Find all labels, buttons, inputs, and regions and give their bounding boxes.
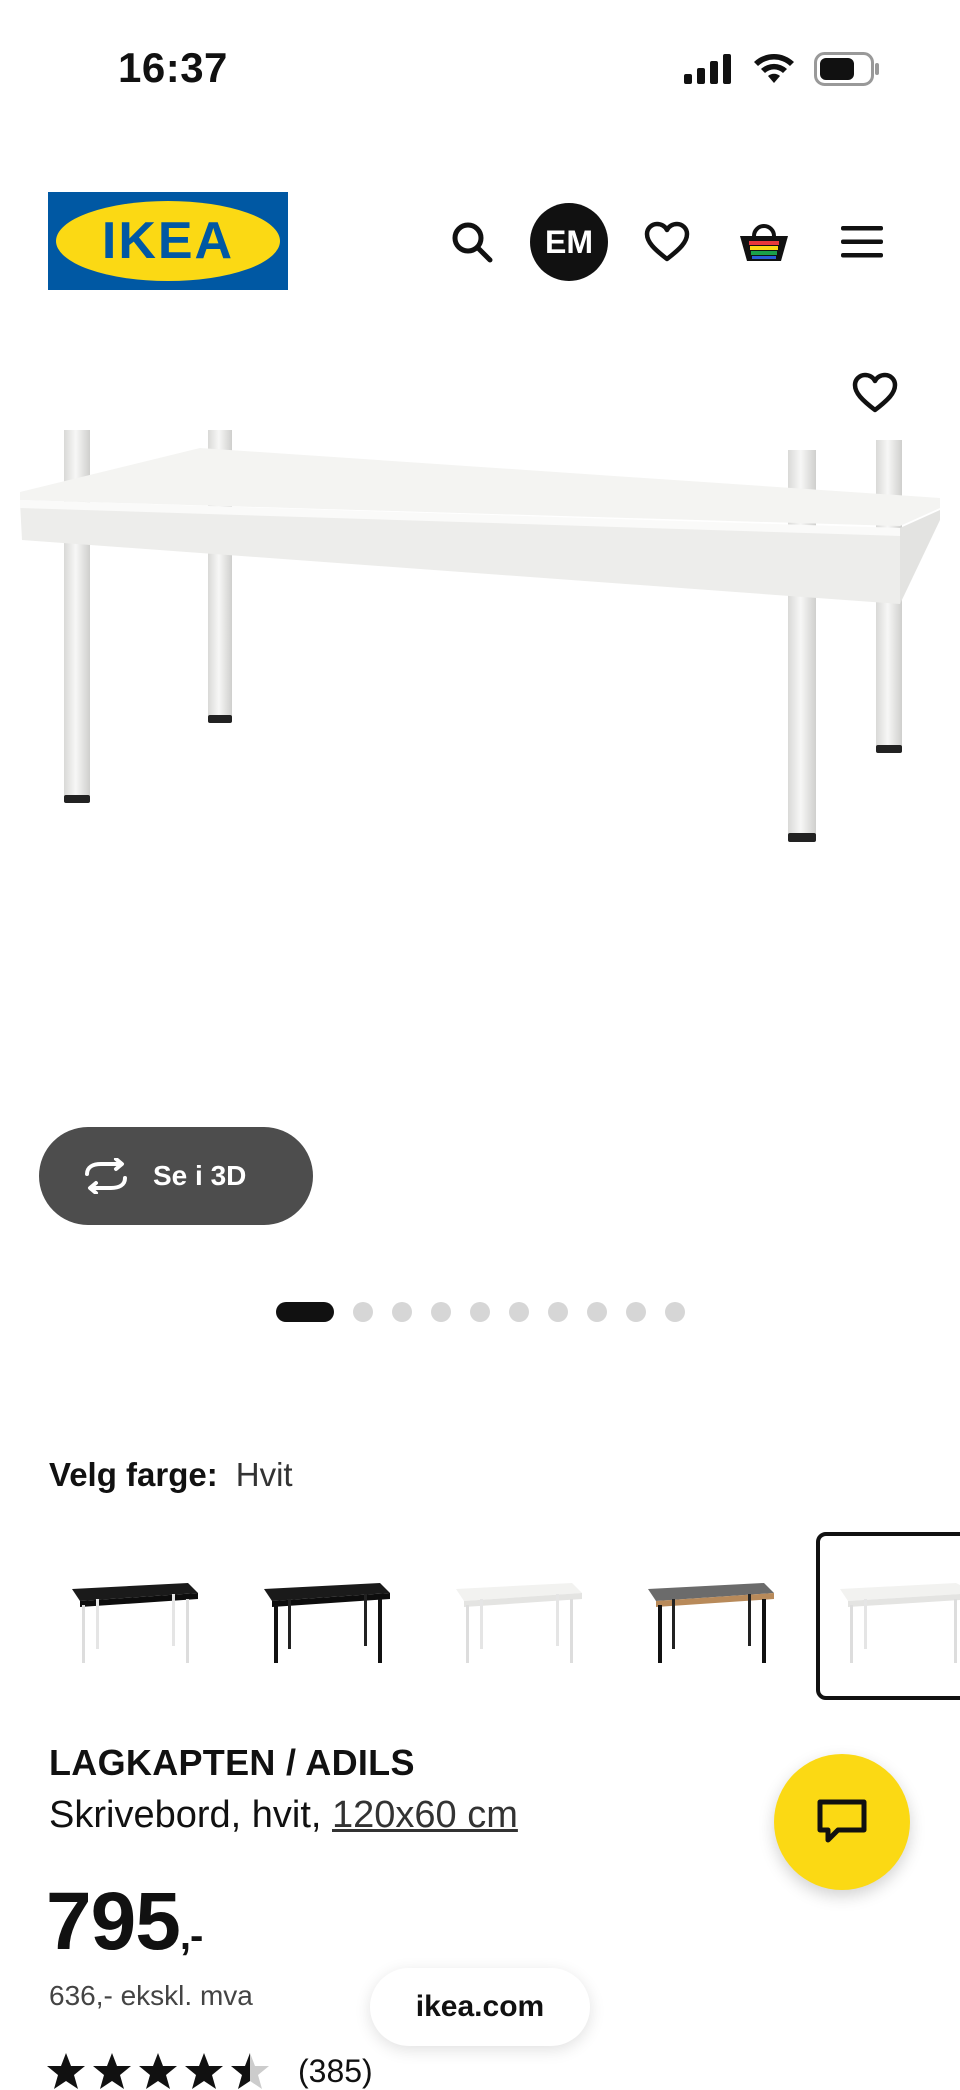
cart-button[interactable]: [724, 202, 804, 282]
color-label-title: Velg farge:: [49, 1456, 218, 1493]
menu-button[interactable]: [822, 202, 902, 282]
product-type: Skrivebord, hvit,: [49, 1794, 332, 1836]
product-image[interactable]: [0, 330, 960, 1160]
basket-icon: [740, 224, 788, 261]
swatch-white-white-selected[interactable]: [816, 1532, 960, 1700]
rotate-3d-icon: [85, 1158, 127, 1194]
heart-icon: [644, 221, 690, 262]
carousel-dot[interactable]: [547, 1302, 568, 1322]
carousel-dot[interactable]: [664, 1302, 685, 1322]
product-size-link[interactable]: 120x60 cm: [332, 1794, 518, 1836]
product-rating[interactable]: (385): [46, 2052, 373, 2090]
price-excl-vat: 636,- ekskl. mva: [49, 1980, 253, 2011]
image-carousel-dots[interactable]: [0, 1302, 960, 1322]
browser-url-pill[interactable]: ikea.com: [370, 1968, 590, 2046]
color-picker-label: Velg farge: Hvit: [49, 1456, 293, 1494]
carousel-dot[interactable]: [275, 1302, 334, 1322]
add-to-favourites-button[interactable]: [852, 372, 898, 419]
favourites-button[interactable]: [627, 202, 707, 282]
price-main: 795: [46, 1876, 181, 1967]
price: 795,-: [46, 1875, 203, 1969]
logo-text: IKEA: [102, 212, 234, 270]
half-star-icon: [231, 2053, 269, 2089]
star-icon: [93, 2053, 131, 2089]
status-icons: [684, 52, 880, 86]
search-icon: [452, 222, 493, 263]
menu-icon: [841, 226, 883, 258]
product-name: LAGKAPTEN / ADILS: [49, 1742, 415, 1783]
star-icon: [139, 2053, 177, 2089]
carousel-dot[interactable]: [430, 1302, 451, 1322]
carousel-dot[interactable]: [391, 1302, 412, 1322]
account-button[interactable]: EM: [529, 202, 609, 282]
wifi-icon: [754, 54, 794, 83]
rating-count: (385): [298, 2052, 373, 2089]
battery-icon: [814, 52, 879, 86]
swatch-grey-black[interactable]: [624, 1532, 794, 1700]
heart-icon: [852, 372, 898, 413]
status-time: 16:37: [118, 44, 228, 91]
star-icon: [185, 2053, 223, 2089]
product-description: Skrivebord, hvit, 120x60 cm: [49, 1794, 518, 1837]
chat-button[interactable]: [774, 1754, 910, 1890]
color-value: Hvit: [235, 1456, 293, 1493]
carousel-dot[interactable]: [586, 1302, 607, 1322]
view-3d-button[interactable]: Se i 3D: [39, 1127, 313, 1225]
cellular-signal-icon: [684, 54, 731, 84]
price-suffix: ,-: [179, 1914, 203, 1958]
avatar: EM: [530, 203, 608, 281]
carousel-dot[interactable]: [469, 1302, 490, 1322]
chat-icon: [817, 1799, 867, 1843]
search-button[interactable]: [432, 202, 512, 282]
swatch-white-white[interactable]: [432, 1532, 602, 1700]
swatch-black-white[interactable]: [48, 1532, 218, 1700]
view-3d-label: Se i 3D: [153, 1160, 247, 1191]
carousel-dot[interactable]: [352, 1302, 373, 1322]
carousel-dot[interactable]: [508, 1302, 529, 1322]
star-icon: [47, 2053, 85, 2089]
swatch-black-black[interactable]: [240, 1532, 410, 1700]
carousel-dot[interactable]: [625, 1302, 646, 1322]
color-swatches: [48, 1532, 960, 1700]
ikea-logo[interactable]: IKEA: [48, 192, 288, 290]
